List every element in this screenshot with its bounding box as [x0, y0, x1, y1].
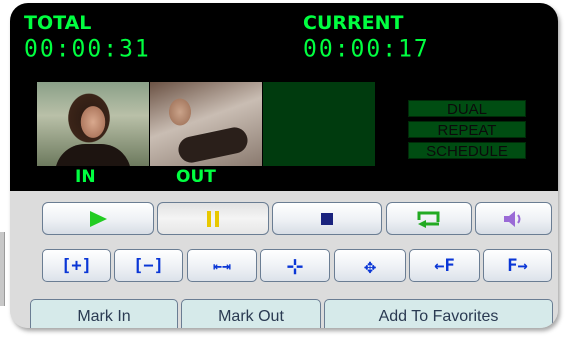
current-time: 00:00:17	[303, 35, 430, 63]
seek-first-button[interactable]: ←F	[409, 249, 480, 282]
lcd-screen: TOTAL 00:00:31 CURRENT 00:00:17 IN OUT D…	[10, 3, 558, 191]
seek-forward-icon: F→	[507, 255, 528, 276]
in-label: IN	[75, 167, 96, 187]
loop-button[interactable]	[386, 202, 472, 235]
preview-thumbnail	[263, 82, 375, 166]
seek-first-icon: ←F	[434, 255, 455, 276]
expand-horizontal-icon: ⇤⇥	[212, 256, 232, 275]
current-label: CURRENT	[303, 12, 404, 34]
volume-button[interactable]	[475, 202, 552, 235]
move-button[interactable]: ✥	[334, 249, 406, 282]
stop-button[interactable]	[272, 202, 382, 235]
fit-button[interactable]: ⊹	[260, 249, 330, 282]
total-label: TOTAL	[24, 12, 92, 34]
pause-icon	[207, 210, 219, 227]
seek-forward-button[interactable]: F→	[483, 249, 552, 282]
in-point-thumbnail	[37, 82, 149, 166]
mark-in-button[interactable]: Mark In	[30, 299, 178, 328]
fit-icon: ⊹	[286, 253, 304, 278]
pause-button[interactable]	[157, 202, 269, 235]
play-icon	[90, 210, 107, 227]
mode-dual[interactable]: DUAL	[408, 100, 526, 118]
mark-out-button[interactable]: Mark Out	[181, 299, 321, 328]
mode-repeat[interactable]: REPEAT	[408, 121, 526, 139]
out-label: OUT	[176, 167, 216, 187]
play-button[interactable]	[42, 202, 154, 235]
player-frame: TOTAL 00:00:31 CURRENT 00:00:17 IN OUT D…	[10, 3, 558, 328]
frame-side-notch	[0, 232, 5, 306]
player-window: TOTAL 00:00:31 CURRENT 00:00:17 IN OUT D…	[0, 0, 567, 339]
out-point-thumbnail	[150, 82, 262, 166]
add-to-favorites-button[interactable]: Add To Favorites	[324, 299, 553, 328]
loop-icon	[417, 211, 440, 228]
stop-icon	[321, 212, 333, 225]
zoom-in-icon: [+]	[61, 255, 92, 276]
expand-horizontal-button[interactable]: ⇤⇥	[187, 249, 257, 282]
move-icon: ✥	[363, 253, 377, 278]
mode-schedule[interactable]: SCHEDULE	[408, 142, 526, 160]
volume-icon	[503, 210, 520, 227]
zoom-in-button[interactable]: [+]	[42, 249, 111, 282]
total-time: 00:00:31	[24, 35, 151, 63]
zoom-out-icon: [−]	[133, 255, 164, 276]
zoom-out-button[interactable]: [−]	[114, 249, 183, 282]
